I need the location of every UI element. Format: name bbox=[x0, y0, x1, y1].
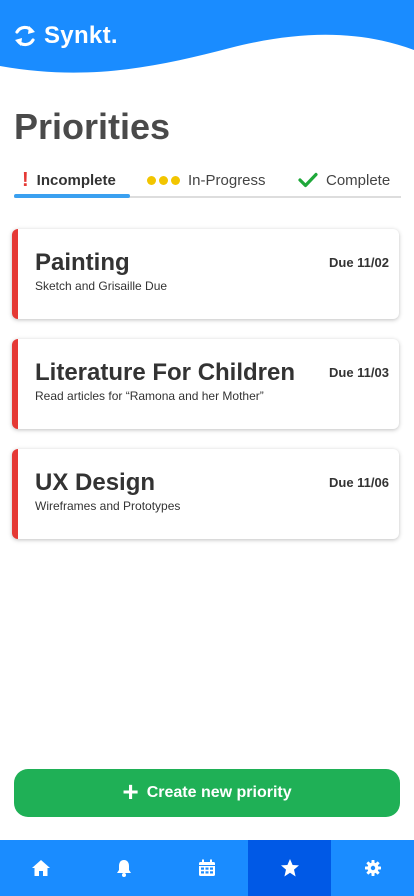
priority-title: UX Design bbox=[35, 469, 156, 496]
nav-settings[interactable] bbox=[331, 840, 414, 896]
priority-description: Read articles for “Ramona and her Mother… bbox=[35, 389, 264, 403]
calendar-icon bbox=[198, 859, 215, 876]
nav-priorities[interactable] bbox=[248, 840, 332, 896]
priority-description: Sketch and Grisaille Due bbox=[35, 279, 168, 293]
page-title: Priorities bbox=[14, 106, 171, 147]
three-dots-icon bbox=[147, 175, 180, 185]
plus-icon: + bbox=[122, 776, 139, 807]
priority-description: Wireframes and Prototypes bbox=[35, 499, 181, 513]
nav-notifications[interactable] bbox=[83, 840, 166, 896]
home-icon bbox=[32, 860, 51, 876]
exclamation-icon: ! bbox=[22, 169, 29, 191]
priority-due-date: Due 11/06 bbox=[329, 475, 389, 490]
sync-icon bbox=[15, 25, 35, 47]
tab-incomplete-label: Incomplete bbox=[36, 171, 116, 189]
gear-icon bbox=[364, 860, 381, 876]
tab-in-progress-label: In-Progress bbox=[188, 171, 266, 189]
nav-home[interactable] bbox=[0, 840, 83, 896]
priority-card[interactable]: Painting Sketch and Grisaille Due Due 11… bbox=[12, 229, 399, 319]
create-priority-button[interactable]: + Create new priority bbox=[14, 769, 400, 817]
priority-card[interactable]: Literature For Children Read articles fo… bbox=[12, 339, 399, 429]
app-name: Synkt. bbox=[44, 22, 118, 49]
star-icon bbox=[280, 859, 299, 877]
brand[interactable]: Synkt. bbox=[12, 22, 118, 50]
priority-title: Painting bbox=[35, 249, 130, 276]
bell-icon bbox=[117, 860, 132, 877]
nav-calendar[interactable] bbox=[166, 840, 249, 896]
tab-complete[interactable]: Complete bbox=[298, 164, 390, 196]
priority-due-date: Due 11/02 bbox=[329, 255, 389, 270]
tab-in-progress[interactable]: In-Progress bbox=[147, 164, 266, 196]
app-header: Synkt. bbox=[0, 0, 414, 80]
bottom-nav bbox=[0, 840, 414, 896]
active-tab-indicator bbox=[14, 194, 130, 198]
tab-incomplete[interactable]: ! Incomplete bbox=[22, 164, 116, 196]
priority-card[interactable]: UX Design Wireframes and Prototypes Due … bbox=[12, 449, 399, 539]
checkmark-icon bbox=[298, 172, 318, 188]
status-tabs: ! Incomplete In-Progress Complete bbox=[14, 164, 401, 198]
priority-title: Literature For Children bbox=[35, 359, 296, 386]
tab-complete-label: Complete bbox=[326, 171, 391, 189]
create-priority-label: Create new priority bbox=[146, 784, 292, 801]
priority-due-date: Due 11/03 bbox=[329, 365, 389, 380]
